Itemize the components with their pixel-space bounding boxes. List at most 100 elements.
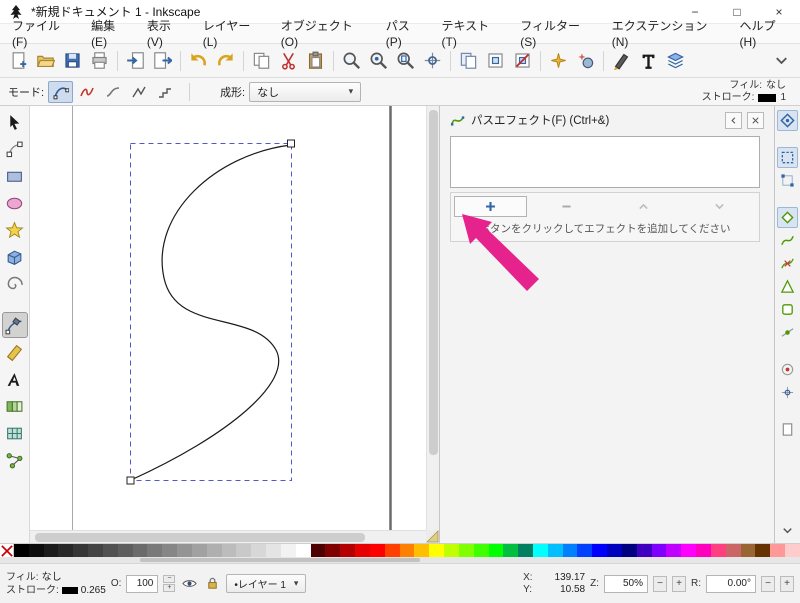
open-document-button[interactable] [32,47,59,74]
tool-rectangle[interactable] [2,163,28,189]
snap-others-button[interactable] [777,359,798,380]
palette-swatch[interactable] [429,544,445,557]
snap-bbox-button[interactable] [777,147,798,168]
palette-swatch[interactable] [43,544,59,557]
scrollbar-thumb[interactable] [140,558,420,562]
tool-selector[interactable] [2,109,28,135]
palette-swatch[interactable] [310,544,326,557]
palette-swatch[interactable] [177,544,192,557]
fill-stroke-summary[interactable]: フィル: なし ストローク: 1 [702,80,792,104]
zoom-decrease-button[interactable]: − [653,575,667,592]
zoom-selection-button[interactable] [338,47,365,74]
import-button[interactable] [122,47,149,74]
snap-path-button[interactable] [777,230,798,251]
palette-swatch[interactable] [755,544,771,557]
tool-calligraphy[interactable] [2,339,28,365]
fill-stroke-dialog-button[interactable] [608,47,635,74]
layers-dialog-button[interactable] [662,47,689,74]
palette-swatch[interactable] [518,544,533,557]
palette-swatch[interactable] [414,544,430,557]
palette-swatch[interactable] [621,544,637,557]
snap-rotation-center-button[interactable] [777,382,798,403]
palette-swatch[interactable] [444,544,459,557]
panel-collapse-button[interactable] [725,111,742,129]
snap-path-intersections-button[interactable] [777,253,798,274]
palette-swatch[interactable] [191,544,207,557]
tool-node-editor[interactable] [2,136,28,162]
layer-visibility-toggle[interactable] [180,575,198,593]
shape-select[interactable]: なし ▾ [249,81,362,102]
symbols-dialog-button[interactable] [545,47,572,74]
palette-swatch[interactable] [577,544,593,557]
unlink-clone-button[interactable] [509,47,536,74]
tool-pen-bezier[interactable] [1,312,28,338]
palette-swatch[interactable] [132,544,148,557]
palette-swatch[interactable] [607,544,622,557]
canvas-area[interactable] [30,106,439,543]
snap-page-border-button[interactable] [777,419,798,440]
opacity-increase-button[interactable]: + [163,584,176,592]
scrollbar-thumb[interactable] [35,533,365,542]
palette-swatch[interactable] [725,544,741,557]
palette-swatch[interactable] [251,544,267,557]
panel-close-button[interactable] [747,111,764,129]
palette-swatch[interactable] [58,544,74,557]
undo-button[interactable] [185,47,212,74]
tool-gradient[interactable] [2,393,28,419]
effects-list[interactable] [450,136,760,188]
mode-bspline-button[interactable] [100,81,125,103]
palette-swatch[interactable] [221,544,237,557]
palette-swatch[interactable] [206,544,222,557]
tool-spiral[interactable] [2,271,28,297]
palette-swatch[interactable] [14,544,29,557]
copy-button[interactable] [248,47,275,74]
scrollbar-thumb[interactable] [429,110,438,455]
palette-swatch[interactable] [325,544,341,557]
palette-swatch[interactable] [681,544,697,557]
opacity-decrease-button[interactable]: − [163,575,176,583]
rotation-increase-button[interactable]: + [780,575,794,592]
tool-3dbox[interactable] [2,244,28,270]
mode-paraxial-button[interactable] [152,81,177,103]
palette-swatch[interactable] [102,544,118,557]
add-effect-button[interactable] [454,196,528,217]
palette-swatch[interactable] [785,544,800,557]
snap-cusp-nodes-button[interactable] [777,276,798,297]
palette-swatch[interactable] [162,544,178,557]
fill-stroke-indicator[interactable]: フィル: なし ストローク: 0.265 [6,572,106,596]
canvas-horizontal-scrollbar[interactable] [30,530,426,543]
palette-scrollbar[interactable] [0,557,800,563]
palette-swatch[interactable] [740,544,756,557]
palette-swatch[interactable] [384,544,400,557]
snap-smooth-nodes-button[interactable] [777,299,798,320]
snapbar-more-button[interactable] [777,520,798,541]
tool-mesh-gradient[interactable] [2,420,28,446]
palette-swatch[interactable] [562,544,578,557]
palette-swatch[interactable] [73,544,89,557]
new-document-button[interactable] [5,47,32,74]
text-font-dialog-button[interactable] [635,47,662,74]
palette-swatch[interactable] [369,544,385,557]
zoom-increase-button[interactable]: + [672,575,686,592]
rotation-decrease-button[interactable]: − [761,575,775,592]
palette-none-swatch[interactable] [0,544,14,557]
palette-swatch[interactable] [473,544,489,557]
palette-swatch[interactable] [147,544,163,557]
canvas-vertical-scrollbar[interactable] [426,106,439,530]
canvas-corner-toggle[interactable] [426,530,439,543]
palette-swatch[interactable] [770,544,786,557]
duplicate-button[interactable] [455,47,482,74]
palette-swatch[interactable] [355,544,370,557]
palette-swatch[interactable] [280,544,296,557]
palette-swatch[interactable] [295,544,311,557]
palette-swatch[interactable] [458,544,474,557]
palette-swatch[interactable] [88,544,103,557]
canvas-drawing[interactable] [30,106,426,530]
palette-swatch[interactable] [666,544,682,557]
palette-swatch[interactable] [592,544,608,557]
remove-effect-button[interactable] [530,196,603,217]
preferences-button[interactable] [572,47,599,74]
palette-swatch[interactable] [236,544,252,557]
cut-button[interactable] [275,47,302,74]
zoom-input[interactable]: 50% [604,574,648,593]
